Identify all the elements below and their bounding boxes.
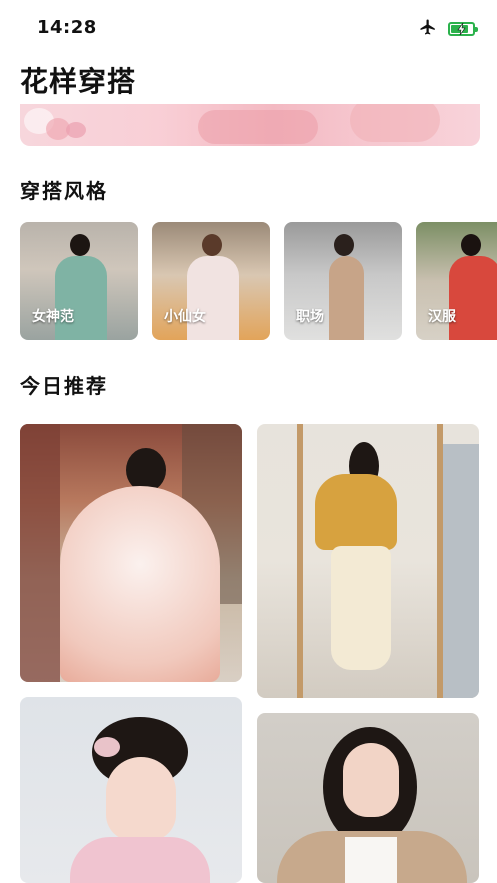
recommend-card-blazer-portrait[interactable] xyxy=(257,713,479,883)
airplane-icon xyxy=(418,18,438,40)
section-title-recommend: 今日推荐 xyxy=(20,374,108,398)
style-label: 汉服 xyxy=(428,309,456,325)
page-title: 花样穿搭 xyxy=(20,65,137,98)
style-label: 职场 xyxy=(296,309,324,325)
status-time: 14:28 xyxy=(37,17,97,38)
recommend-card-hanfu-dance[interactable] xyxy=(20,424,242,682)
recommend-card-hanfu-portrait[interactable] xyxy=(20,697,242,883)
style-label: 女神范 xyxy=(32,309,74,325)
style-card-workplace[interactable]: 职场 xyxy=(284,222,402,340)
battery-charging-icon xyxy=(448,22,478,36)
status-bar: 14:28 xyxy=(0,0,497,50)
style-card-hanfu[interactable]: 汉服 xyxy=(416,222,497,340)
status-icons xyxy=(418,18,478,40)
style-category-list[interactable]: 女神范 小仙女 职场 汉服 xyxy=(20,222,497,340)
style-card-fairy[interactable]: 小仙女 xyxy=(152,222,270,340)
section-title-styles: 穿搭风格 xyxy=(20,179,108,203)
recommend-card-mirror-selfie[interactable] xyxy=(257,424,479,698)
style-card-goddess[interactable]: 女神范 xyxy=(20,222,138,340)
banner-image[interactable] xyxy=(20,104,480,146)
style-label: 小仙女 xyxy=(164,309,206,325)
